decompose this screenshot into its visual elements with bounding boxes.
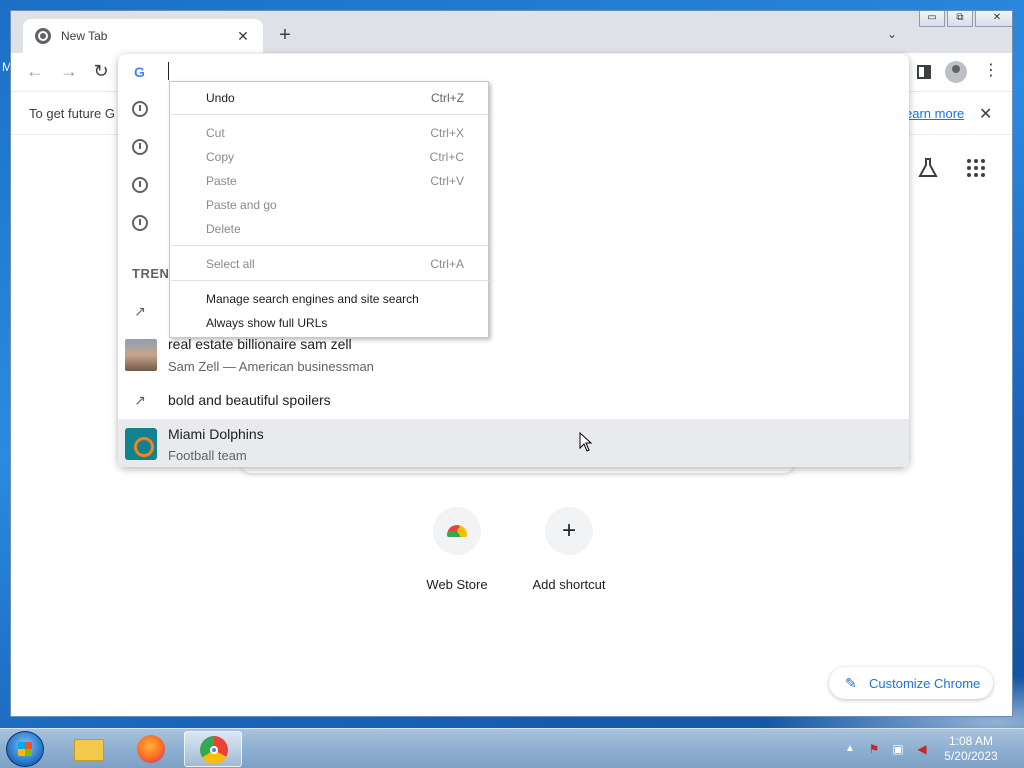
menu-item-cut[interactable]: Cut Ctrl+X (170, 121, 488, 145)
shortcut-add[interactable]: + Add shortcut (519, 507, 619, 592)
trending-arrow-icon: ↗ (134, 303, 146, 319)
menu-item-delete[interactable]: Delete (170, 217, 488, 241)
customize-chrome-button[interactable]: ✎ Customize Chrome (829, 667, 993, 699)
menu-item-paste[interactable]: Paste Ctrl+V (170, 169, 488, 193)
menu-item-show-full-urls[interactable]: Always show full URLs (170, 311, 488, 335)
clock-icon (132, 177, 148, 193)
taskbar-chrome[interactable] (184, 731, 242, 767)
tray-time: 1:08 AM (948, 734, 994, 748)
menu-separator (171, 245, 489, 246)
labs-flask-icon[interactable] (917, 157, 939, 179)
chrome-favicon-icon (35, 28, 51, 44)
menu-separator (171, 280, 489, 281)
taskbar: ▲ ⚑ ▣ ◀ 1:08 AM 5/20/2023 (0, 728, 1024, 768)
pencil-icon: ✎ (845, 675, 857, 691)
learn-more-link[interactable]: earn more (905, 106, 964, 121)
suggestion-title[interactable]: Miami Dolphins (168, 426, 264, 442)
tab-close-icon[interactable]: ✕ (235, 28, 251, 45)
start-button[interactable] (6, 731, 44, 767)
suggestion-subtitle: Sam Zell — American businessman (168, 359, 374, 374)
context-menu: Undo Ctrl+Z Cut Ctrl+X Copy Ctrl+C Paste Ctr… (169, 81, 489, 338)
restore-button[interactable]: ⧉ (947, 11, 973, 27)
show-hidden-icons-arrow[interactable]: ▲ (842, 741, 858, 757)
close-window-button[interactable]: ✕ (975, 11, 1012, 27)
clock-icon (132, 101, 148, 117)
trending-header: TREN (132, 266, 170, 281)
folder-icon (74, 739, 104, 761)
taskbar-firefox[interactable] (122, 731, 180, 767)
infobar-close-icon[interactable]: ✕ (979, 104, 992, 124)
reload-button[interactable]: ↻ (91, 61, 111, 81)
minimize-button[interactable]: ▭ (919, 11, 945, 27)
shortcut-web-store[interactable]: Web Store (407, 507, 507, 592)
webstore-icon (433, 507, 481, 555)
trending-arrow-icon: ↗ (134, 392, 146, 408)
firefox-icon (137, 735, 165, 763)
shortcut-label: Add shortcut (532, 577, 606, 592)
network-icon[interactable]: ▣ (890, 741, 906, 757)
suggestion-title[interactable]: real estate billionaire sam zell (168, 336, 352, 352)
menu-item-manage-search-engines[interactable]: Manage search engines and site search (170, 287, 488, 311)
side-panel-icon[interactable] (917, 65, 931, 79)
tray-date: 5/20/2023 (944, 749, 998, 763)
forward-button[interactable]: → (59, 61, 79, 81)
tab-new-tab[interactable]: New Tab ✕ (23, 19, 263, 53)
tab-search-icon[interactable]: ⌄ (887, 27, 897, 41)
window-controls: ▭ ⧉ ✕ (917, 11, 1012, 27)
text-caret (168, 62, 169, 80)
google-apps-icon[interactable] (967, 159, 985, 177)
profile-avatar[interactable] (945, 61, 967, 83)
chrome-menu-icon[interactable]: ⋮ (983, 61, 999, 81)
shortcut-label: Web Store (426, 577, 488, 592)
clock-icon (132, 215, 148, 231)
dolphins-logo-icon (125, 428, 157, 460)
clock-icon (132, 139, 148, 155)
tab-title: New Tab (61, 29, 108, 43)
menu-separator (171, 114, 489, 115)
tray-clock[interactable]: 1:08 AM 5/20/2023 (926, 734, 1016, 764)
suggestion-subtitle: Football team (168, 448, 247, 463)
menu-item-paste-and-go[interactable]: Paste and go (170, 193, 488, 217)
menu-item-undo[interactable]: Undo Ctrl+Z (170, 86, 488, 110)
mouse-cursor-icon (579, 432, 593, 452)
google-g-icon: G (134, 64, 145, 80)
chrome-window: New Tab ✕ + ⌄ ▭ ⧉ ✕ ← → ↻ ⋮ To get futur… (10, 10, 1013, 717)
suggestion-title[interactable]: bold and beautiful spoilers (168, 392, 331, 408)
new-tab-button[interactable]: + (275, 25, 295, 45)
taskbar-explorer[interactable] (60, 731, 118, 767)
tab-strip: New Tab ✕ + ⌄ ▭ ⧉ ✕ (11, 11, 1012, 53)
infobar-message: To get future G (29, 106, 115, 121)
person-thumbnail (125, 339, 157, 371)
action-center-icon[interactable]: ⚑ (866, 741, 882, 757)
menu-item-select-all[interactable]: Select all Ctrl+A (170, 252, 488, 276)
menu-item-copy[interactable]: Copy Ctrl+C (170, 145, 488, 169)
customize-label: Customize Chrome (869, 675, 981, 691)
back-button[interactable]: ← (25, 61, 45, 81)
plus-icon: + (545, 507, 593, 555)
